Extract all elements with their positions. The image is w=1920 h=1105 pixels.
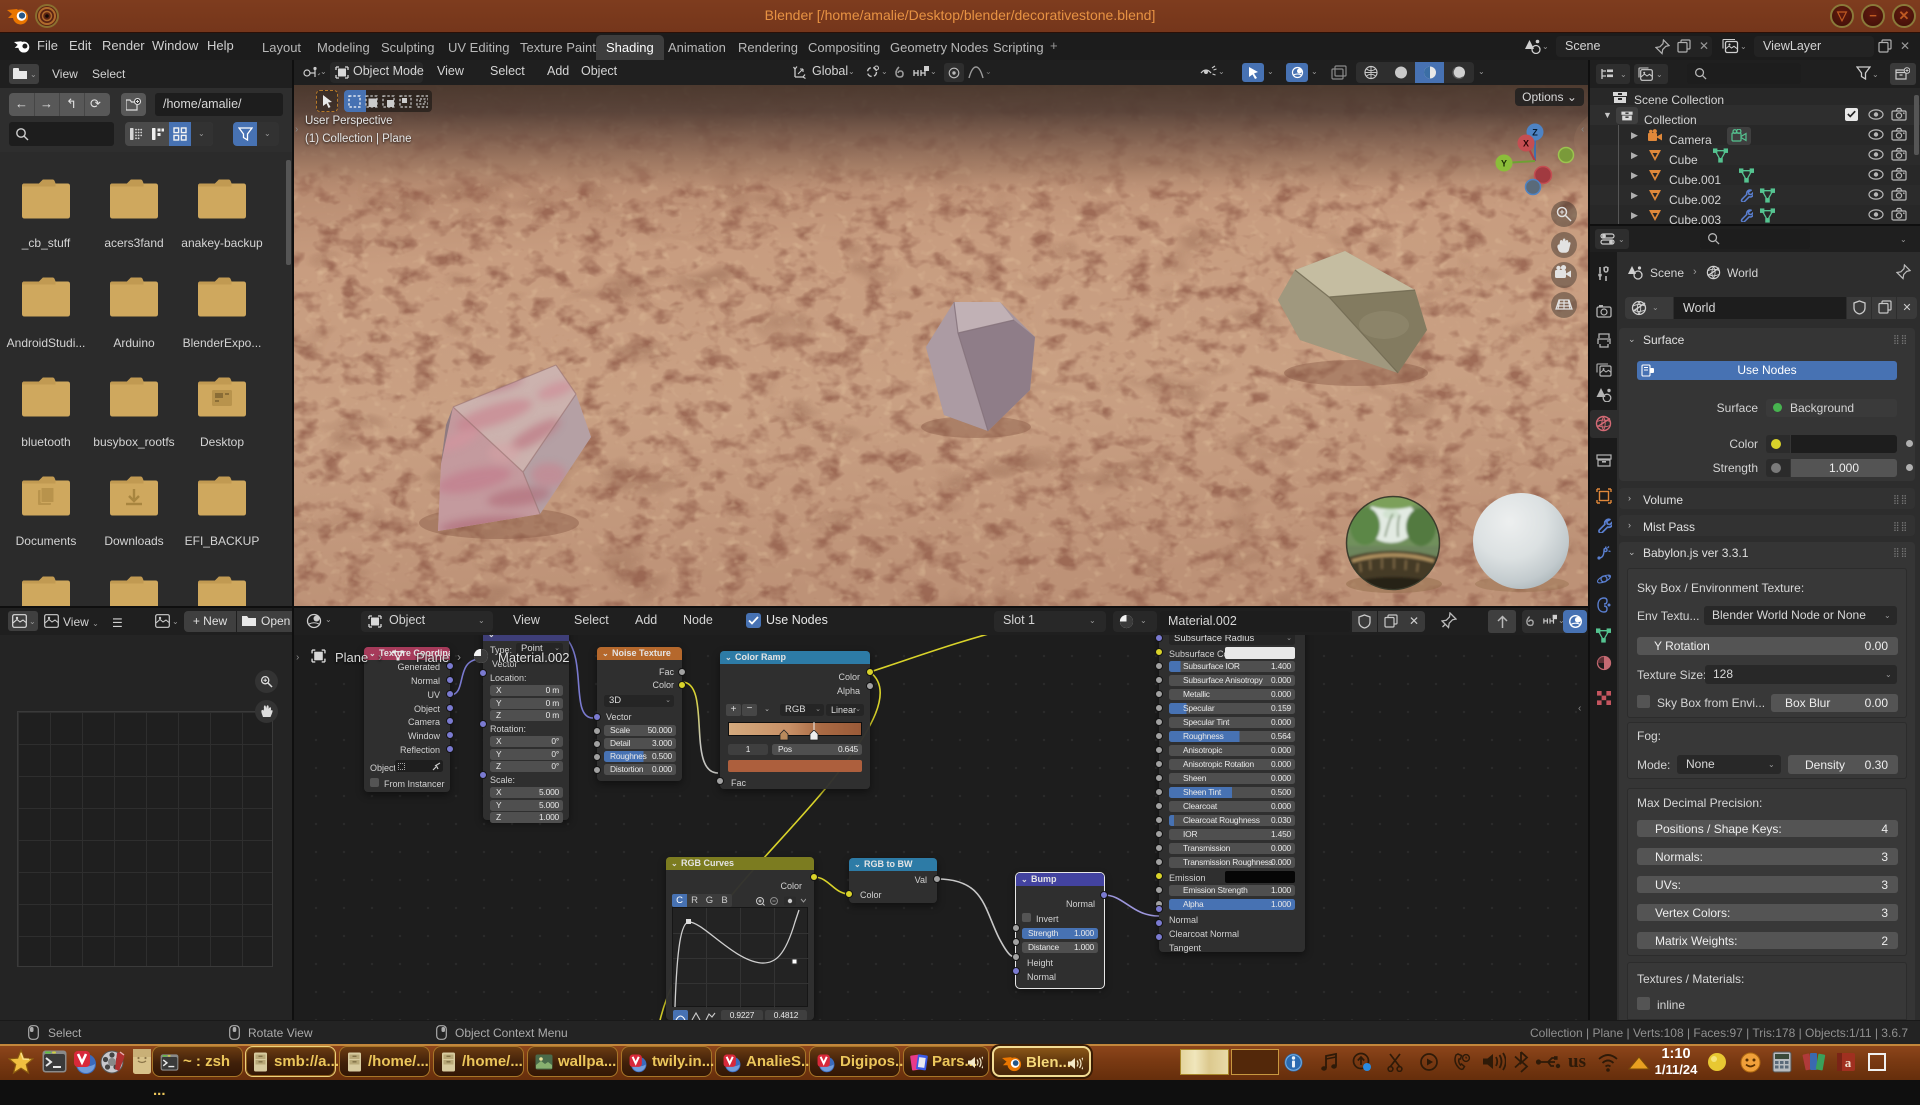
svg-text:X: X xyxy=(1523,139,1529,149)
svg-text:Z: Z xyxy=(1532,128,1538,138)
svg-text:a: a xyxy=(1845,1055,1852,1070)
svg-text:Y: Y xyxy=(1501,159,1507,169)
